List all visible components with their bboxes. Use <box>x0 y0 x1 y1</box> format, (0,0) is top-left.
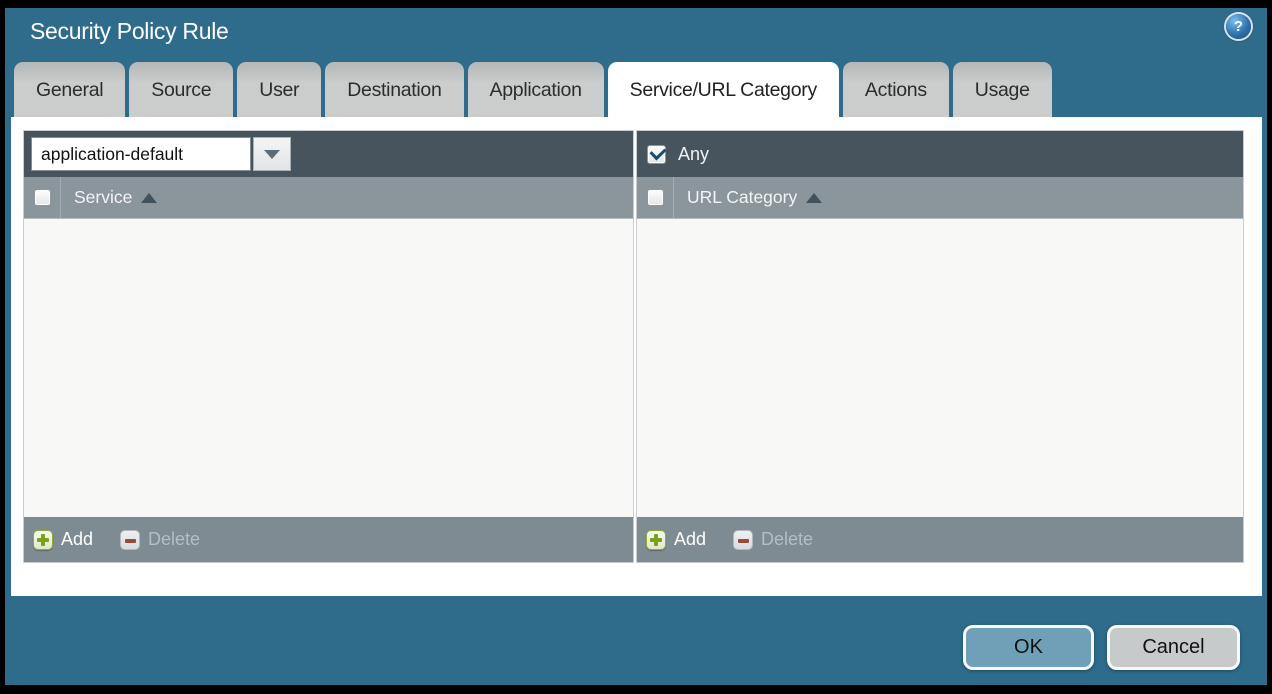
url-category-table-header: URL Category <box>637 177 1243 219</box>
screenshot-frame: Security Policy Rule ? General Source Us… <box>0 0 1272 694</box>
ok-button[interactable]: OK <box>963 625 1094 670</box>
cancel-button[interactable]: Cancel <box>1107 625 1240 670</box>
tab-general[interactable]: General <box>14 62 125 117</box>
minus-icon <box>733 530 753 550</box>
url-category-select-all-checkbox[interactable] <box>647 189 664 206</box>
tab-actions[interactable]: Actions <box>843 62 949 117</box>
url-category-add-button[interactable]: Add <box>646 529 706 550</box>
sort-ascending-icon <box>141 193 157 203</box>
delete-button-label: Delete <box>761 529 813 550</box>
tab-user[interactable]: User <box>237 62 321 117</box>
tab-service-url-category[interactable]: Service/URL Category <box>608 62 839 117</box>
service-type-input[interactable] <box>31 137 251 171</box>
url-category-table-body <box>637 219 1243 517</box>
dialog-title: Security Policy Rule <box>30 18 229 45</box>
service-type-dropdown-button[interactable] <box>253 137 291 171</box>
url-category-topbar: Any <box>637 131 1243 177</box>
service-add-button[interactable]: Add <box>33 529 93 550</box>
service-column-header[interactable]: Service <box>74 187 157 208</box>
url-category-panel: Any URL Category Add <box>637 131 1243 562</box>
service-select-all-cell <box>24 177 61 218</box>
any-checkbox[interactable] <box>647 145 666 164</box>
tab-application[interactable]: Application <box>468 62 604 117</box>
plus-icon <box>33 530 53 550</box>
security-policy-rule-dialog: Security Policy Rule ? General Source Us… <box>5 8 1267 685</box>
help-icon[interactable]: ? <box>1226 14 1251 39</box>
tab-content: Service Add Delete <box>11 117 1262 596</box>
service-type-dropdown <box>31 137 291 171</box>
url-category-delete-button[interactable]: Delete <box>733 529 813 550</box>
dialog-button-row: OK Cancel <box>963 625 1240 670</box>
tab-destination[interactable]: Destination <box>325 62 463 117</box>
title-bar: Security Policy Rule ? <box>5 8 1267 62</box>
service-select-all-checkbox[interactable] <box>34 189 51 206</box>
service-column-label: Service <box>74 187 132 208</box>
url-category-column-label: URL Category <box>687 187 797 208</box>
tab-usage[interactable]: Usage <box>953 62 1052 117</box>
service-delete-button[interactable]: Delete <box>120 529 200 550</box>
sort-ascending-icon <box>806 193 822 203</box>
plus-icon <box>646 530 666 550</box>
url-category-column-header[interactable]: URL Category <box>687 187 822 208</box>
service-topbar <box>24 131 633 177</box>
add-button-label: Add <box>61 529 93 550</box>
tab-bar: General Source User Destination Applicat… <box>14 62 1052 117</box>
service-table-body <box>24 219 633 517</box>
service-panel: Service Add Delete <box>24 131 633 562</box>
service-table-header: Service <box>24 177 633 219</box>
add-button-label: Add <box>674 529 706 550</box>
url-category-select-all-cell <box>637 177 674 218</box>
url-category-footer: Add Delete <box>637 517 1243 562</box>
chevron-down-icon <box>264 150 280 159</box>
tab-source[interactable]: Source <box>129 62 233 117</box>
service-footer: Add Delete <box>24 517 633 562</box>
any-label: Any <box>678 144 709 165</box>
delete-button-label: Delete <box>148 529 200 550</box>
minus-icon <box>120 530 140 550</box>
